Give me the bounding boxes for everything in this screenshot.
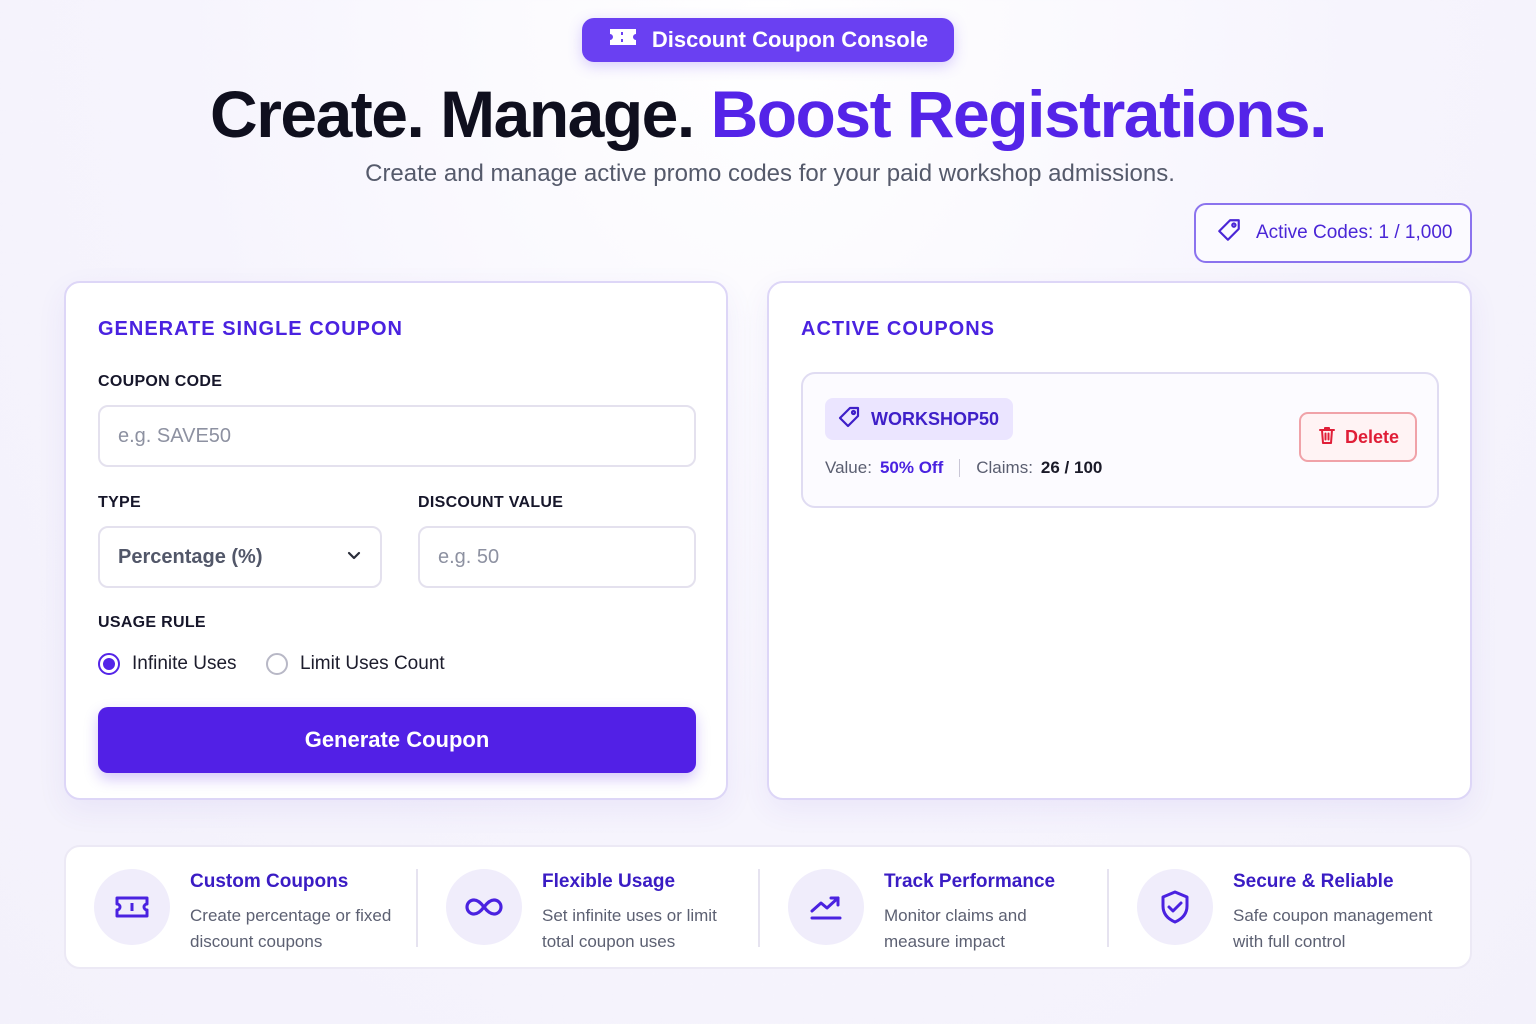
usage-rule-label: USAGE RULE <box>98 614 206 631</box>
feature-desc: Create percentage or fixed discount coup… <box>190 906 392 951</box>
active-section-title: ACTIVE COUPONS <box>801 318 996 340</box>
tag-icon <box>1216 217 1242 249</box>
page-subtitle: Create and manage active promo codes for… <box>365 160 1175 187</box>
generate-coupon-card: GENERATE SINGLE COUPON COUPON CODE TYPE … <box>64 281 728 800</box>
active-codes-counter: Active Codes: 1 / 1,000 <box>1194 203 1472 263</box>
radio-button-selected[interactable] <box>98 653 120 675</box>
chart-up-icon <box>788 869 864 945</box>
meta-divider <box>959 459 961 477</box>
coupon-code-chip: WORKSHOP50 <box>825 398 1014 440</box>
infinity-icon <box>446 869 522 945</box>
radio-button[interactable] <box>266 653 288 675</box>
feature-secure-reliable: Secure & Reliable Safe coupon management… <box>1137 847 1457 967</box>
feature-desc: Safe coupon management with full control <box>1233 906 1433 951</box>
generate-section-title: GENERATE SINGLE COUPON <box>98 318 403 340</box>
feature-flexible-usage: Flexible Usage Set infinite uses or limi… <box>446 847 766 967</box>
console-badge-label: Discount Coupon Console <box>651 27 929 52</box>
feature-title: Custom Coupons <box>190 871 349 892</box>
feature-custom-coupons: Custom Coupons Create percentage or fixe… <box>94 847 414 967</box>
generate-coupon-button[interactable]: Generate Coupon <box>98 707 696 773</box>
feature-track-performance: Track Performance Monitor claims and mea… <box>788 847 1108 967</box>
feature-title: Track Performance <box>884 871 1056 892</box>
coupon-meta: Value: 50% Off Claims: 26 / 100 <box>825 458 1102 478</box>
coupon-code: WORKSHOP50 <box>871 408 1000 429</box>
radio-limit-uses[interactable]: Limit Uses Count <box>266 653 445 675</box>
radio-limit-label: Limit Uses Count <box>300 653 445 674</box>
discount-value-label: DISCOUNT VALUE <box>418 494 564 511</box>
coupon-claims: 26 / 100 <box>1040 458 1103 477</box>
ticket-icon <box>608 26 638 54</box>
type-select[interactable]: Percentage (%) <box>98 526 382 588</box>
claims-label: Claims: <box>976 458 1033 477</box>
feature-divider <box>416 869 418 947</box>
feature-title: Secure & Reliable <box>1233 871 1394 892</box>
ticket-icon <box>94 869 170 945</box>
type-select-value: Percentage (%) <box>118 545 263 568</box>
chevron-down-icon <box>346 546 362 569</box>
coupon-code-input[interactable] <box>98 405 696 467</box>
active-coupons-card: ACTIVE COUPONS WORKSHOP50 Value: 50% Off… <box>767 281 1472 800</box>
value-label: Value: <box>825 458 872 477</box>
console-badge: Discount Coupon Console <box>582 18 954 62</box>
delete-coupon-button[interactable]: Delete <box>1299 412 1417 462</box>
title-part-1: Create. Manage. <box>210 77 695 151</box>
coupon-code-label: COUPON CODE <box>98 373 223 390</box>
tag-icon <box>837 405 861 434</box>
feature-desc: Set infinite uses or limit total coupon … <box>542 906 717 951</box>
type-label: TYPE <box>98 494 141 511</box>
active-codes-label: Active Codes: 1 / 1,000 <box>1256 222 1453 243</box>
page-title: Create. Manage. Boost Registrations. <box>0 76 1536 152</box>
coupon-value: 50% Off <box>879 458 944 477</box>
feature-title: Flexible Usage <box>542 871 676 892</box>
trash-icon <box>1317 425 1337 450</box>
features-strip: Custom Coupons Create percentage or fixe… <box>64 845 1472 969</box>
radio-infinite-label: Infinite Uses <box>132 653 237 674</box>
delete-label: Delete <box>1344 426 1400 447</box>
title-part-2: Boost Registrations. <box>710 77 1328 151</box>
feature-desc: Monitor claims and measure impact <box>884 906 1027 951</box>
radio-infinite-uses[interactable]: Infinite Uses <box>98 653 237 675</box>
feature-divider <box>1107 869 1109 947</box>
feature-divider <box>758 869 760 947</box>
shield-check-icon <box>1137 869 1213 945</box>
discount-value-input[interactable] <box>418 526 696 588</box>
coupon-item: WORKSHOP50 Value: 50% Off Claims: 26 / 1… <box>801 372 1439 508</box>
